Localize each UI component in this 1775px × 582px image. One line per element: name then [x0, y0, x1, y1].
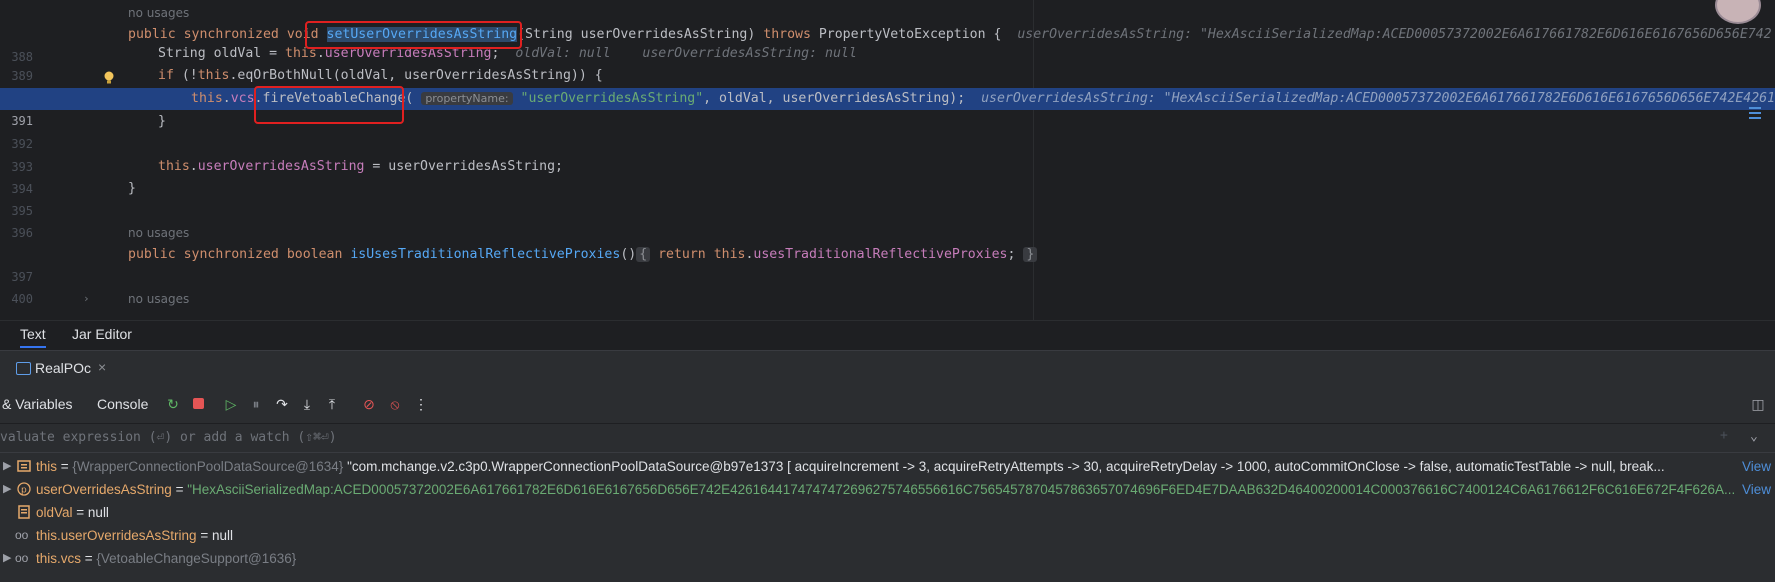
local-variable-icon — [18, 505, 30, 519]
annotation-box — [254, 86, 404, 124]
code-line: 390 if (!this.eqOrBothNull(oldVal, userO… — [0, 65, 1775, 105]
code-line: no usages — [0, 222, 1775, 244]
inline-value-hint: userOverridesAsString: "HexAsciiSerializ… — [1017, 27, 1772, 42]
inline-value-hint: userOverridesAsString: "HexAsciiSerializ… — [981, 91, 1775, 106]
code-line: no usages — [0, 2, 1775, 24]
code-line: 389 String oldVal = this.userOverridesAs… — [0, 43, 1775, 83]
scrollbar-marker — [1749, 107, 1761, 109]
code-line: 395 } — [0, 178, 1775, 218]
mute-breakpoints-icon[interactable]: ⦸ — [386, 395, 404, 413]
parameter-name-hint: propertyName: — [421, 92, 513, 105]
add-watch-icon[interactable]: + — [1720, 428, 1728, 443]
expand-arrow-icon[interactable]: ▶ — [3, 478, 11, 501]
debug-session-icon — [16, 362, 31, 375]
lightbulb-icon[interactable] — [103, 71, 115, 85]
close-icon[interactable]: × — [98, 359, 106, 375]
view-breakpoints-icon[interactable]: ⊘ — [360, 395, 378, 413]
watch-glasses-icon: oo — [15, 528, 29, 542]
usage-hint: no usages — [128, 6, 190, 20]
variable-row[interactable]: ▶ p userOverridesAsString = "HexAsciiSer… — [0, 478, 1775, 501]
variable-row[interactable]: oldVal = null — [0, 501, 1775, 524]
tab-variables[interactable]: & Variables — [2, 396, 73, 412]
code-line: 397 › public synchronized boolean isUses… — [0, 244, 1775, 305]
expand-arrow-icon[interactable]: ▶ — [3, 455, 11, 478]
usage-hint: no usages — [128, 292, 190, 306]
step-into-icon[interactable]: ⤓ — [298, 395, 316, 413]
tab-text[interactable]: Text — [20, 326, 46, 348]
evaluate-placeholder: valuate expression (⏎) or add a watch (⇧… — [0, 430, 337, 445]
code-text[interactable]: this.userOverridesAsString = userOverrid… — [158, 156, 563, 178]
code-text[interactable]: if (!this.eqOrBothNull(oldVal, userOverr… — [158, 65, 603, 87]
tab-console[interactable]: Console — [97, 396, 148, 412]
code-line: 396 — [0, 200, 1775, 240]
resume-icon[interactable]: ▷ — [222, 395, 240, 413]
chevron-down-icon[interactable]: ⌄ — [1750, 429, 1758, 444]
more-options-icon[interactable]: ⋮ — [412, 395, 430, 413]
step-out-icon[interactable]: ⤒ — [323, 395, 341, 413]
parameter-icon: p — [17, 482, 31, 496]
evaluate-expression-field[interactable]: valuate expression (⏎) or add a watch (⇧… — [0, 424, 1775, 453]
stop-icon[interactable] — [189, 395, 207, 413]
variable-row[interactable]: oo this.userOverridesAsString = null — [0, 524, 1775, 547]
pause-icon[interactable]: ⏸ — [247, 395, 265, 413]
svg-text:p: p — [21, 486, 27, 496]
code-text[interactable]: this.vcs.fireVetoableChange( propertyNam… — [191, 88, 1775, 110]
code-line: 400 — [0, 266, 1775, 306]
usage-hint: no usages — [128, 226, 190, 240]
code-text[interactable]: } — [158, 111, 166, 133]
code-text[interactable]: } — [128, 178, 136, 200]
expand-arrow-icon[interactable]: ▶ — [3, 547, 11, 570]
code-line: 393 — [0, 134, 1775, 174]
code-line: no usages — [0, 288, 1775, 310]
variable-row[interactable]: ▶ this = {WrapperConnectionPoolDataSourc… — [0, 455, 1775, 478]
watch-glasses-icon: oo — [15, 551, 29, 565]
debug-session-bar: RealPOc × — [0, 350, 1775, 387]
code-line: 394 this.userOverridesAsString = userOve… — [0, 156, 1775, 196]
variables-tree: ▶ this = {WrapperConnectionPoolDataSourc… — [0, 453, 1775, 582]
variable-row[interactable]: ▶ oo this.vcs = {VetoableChangeSupport@1… — [0, 547, 1775, 570]
layout-icon[interactable]: ◫ — [1749, 395, 1767, 413]
session-tab[interactable]: RealPOc — [35, 360, 91, 376]
editor-bottom-tabs: Text Jar Editor — [0, 320, 1775, 349]
code-editor[interactable]: no usages 388 public synchronized void s… — [0, 0, 1775, 320]
code-text[interactable]: public synchronized boolean isUsesTradit… — [128, 244, 1038, 266]
rerun-icon[interactable]: ↻ — [164, 395, 182, 413]
field-icon — [17, 460, 31, 472]
view-link[interactable]: View — [1735, 478, 1771, 501]
annotation-box — [305, 21, 522, 49]
debugger-toolbar: & Variables Console ↻ ▷ ⏸ ↷ ⤓ ⤒ ⊘ ⦸ ⋮ ◫ — [0, 387, 1775, 424]
tab-jar-editor[interactable]: Jar Editor — [72, 326, 132, 342]
view-link[interactable]: View — [1735, 455, 1771, 478]
step-over-icon[interactable]: ↷ — [273, 395, 291, 413]
